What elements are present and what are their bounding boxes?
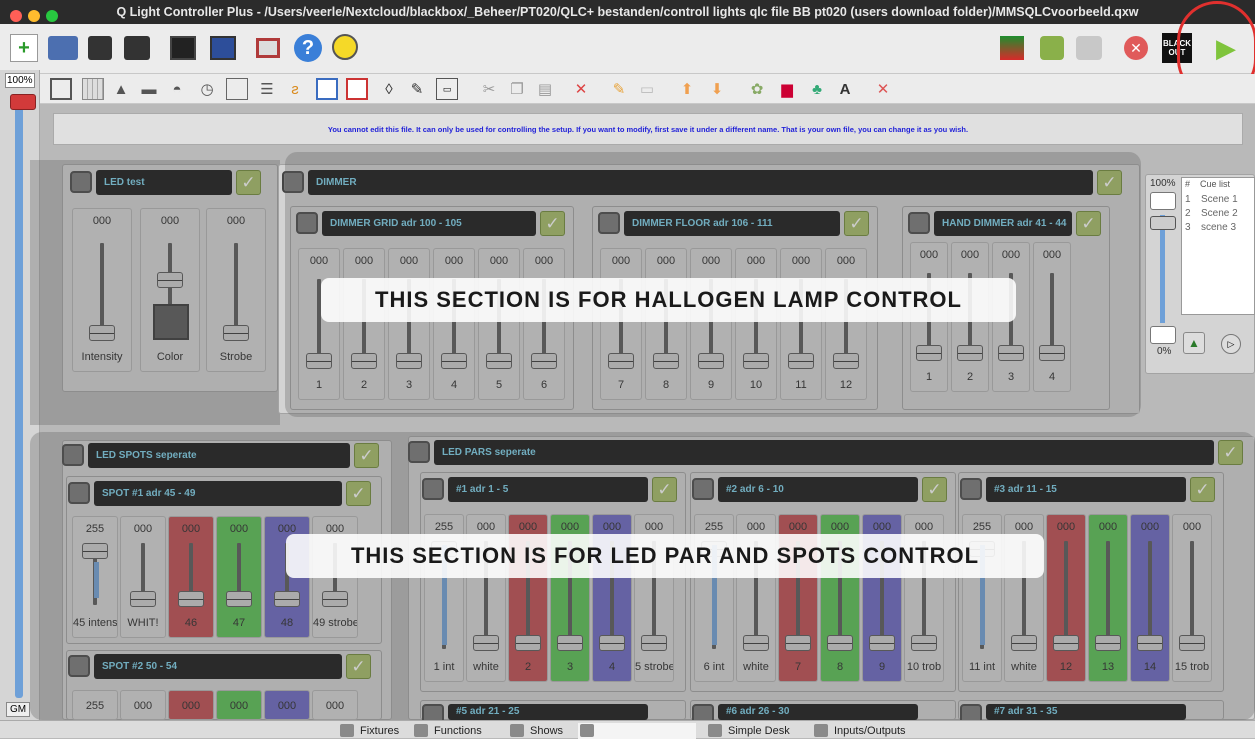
new-icon[interactable]: + (10, 34, 38, 62)
led-test-shade (30, 160, 280, 425)
cue-row-1-number: 2 (1185, 208, 1191, 219)
copy-icon[interactable]: ❐ (506, 78, 528, 100)
cue-list-table: # Cue list 1 Scene 1 2 Scene 2 3 scene 3 (1181, 177, 1255, 315)
edit-icon[interactable]: ✎ (608, 78, 630, 100)
minimize-window-button[interactable] (28, 10, 40, 22)
colors-icon[interactable]: ♣ (806, 78, 828, 100)
speed-dial-icon[interactable]: ◷ (196, 78, 218, 100)
gm-handle[interactable] (10, 94, 36, 110)
tab-fixtures[interactable]: Fixtures (338, 723, 399, 739)
paste-icon[interactable]: ▤ (534, 78, 556, 100)
main-toolbar: + ? ✕ BLACK OUT ▶ (0, 24, 1255, 74)
cue-fade-track (1160, 215, 1165, 323)
vc-toolbar: ▲ ▬ ◓ ◷ ☰ ƨ ◊ ✎ ▭ ✂ ❐ ▤ ✕ ✎ ▭ ⬆ ⬇ ✿ ▆ ♣ … (40, 74, 1255, 104)
background-image-icon[interactable]: ▆ (776, 78, 798, 100)
xy-pad-icon[interactable]: ƨ (284, 78, 306, 100)
button-widget-icon[interactable] (50, 78, 72, 100)
save-icon[interactable] (88, 36, 112, 60)
gm-label: GM (6, 702, 31, 717)
zoom-window-button[interactable] (46, 10, 58, 22)
button-matrix-icon[interactable] (82, 78, 104, 100)
cue-next-button[interactable]: ▷ (1221, 334, 1241, 354)
window-titlebar: Q Light Controller Plus - /Users/veerle/… (0, 0, 1255, 24)
cue-row-2-number: 3 (1185, 222, 1191, 233)
raise-icon[interactable]: ⬆ (676, 78, 698, 100)
window-title: Q Light Controller Plus - /Users/veerle/… (116, 5, 1139, 19)
clock-icon[interactable]: ✎ (406, 78, 428, 100)
gm-value: 100% (5, 73, 35, 88)
open-icon[interactable] (48, 36, 78, 60)
knob-icon[interactable]: ◓ (166, 78, 188, 100)
lower-icon[interactable]: ⬇ (706, 78, 728, 100)
cue-fade-bottom-handle[interactable] (1150, 326, 1176, 344)
about-icon[interactable] (332, 34, 358, 60)
cut-icon[interactable]: ✂ (478, 78, 500, 100)
properties-icon[interactable]: ✕ (872, 78, 894, 100)
label-icon[interactable] (346, 78, 368, 100)
slider-matrix-icon[interactable]: ▬ (138, 78, 160, 100)
rename-icon[interactable]: ▭ (636, 78, 658, 100)
notice-label: You cannot edit this file. It can only b… (53, 113, 1243, 145)
audio-triggers-icon[interactable]: ◊ (378, 78, 400, 100)
frame-icon[interactable] (226, 78, 248, 100)
overlay-led: THIS SECTION IS FOR LED PAR AND SPOTS CO… (286, 534, 1044, 578)
cue-row-2-name[interactable]: scene 3 (1201, 222, 1236, 233)
cue-row-1-name[interactable]: Scene 2 (1201, 208, 1238, 219)
cue-pct-top: 100% (1150, 178, 1176, 189)
fullscreen-icon[interactable] (256, 38, 280, 58)
tab-simple-desk[interactable]: Simple Desk (706, 723, 790, 739)
cue-list-icon[interactable]: ☰ (256, 78, 278, 100)
stop-all-icon[interactable]: ✕ (1124, 36, 1148, 60)
animation-icon[interactable]: ▭ (436, 78, 458, 100)
font-icon[interactable]: A (834, 78, 856, 100)
slider-widget-icon[interactable]: ▲ (110, 78, 132, 100)
cue-list-hash: # (1185, 179, 1191, 189)
overlay-hallogen: THIS SECTION IS FOR HALLOGEN LAMP CONTRO… (321, 278, 1016, 322)
panel-icon[interactable] (1040, 36, 1064, 60)
tape-icon[interactable] (1076, 36, 1102, 60)
bottom-tabs: Fixtures Functions Shows Virtual Console… (0, 720, 1255, 739)
delete-icon[interactable]: ✕ (570, 78, 592, 100)
cue-pct-bottom: 0% (1157, 346, 1172, 357)
cue-play-button[interactable]: ▲ (1183, 332, 1205, 354)
close-window-button[interactable] (10, 10, 22, 22)
cue-row-0-name[interactable]: Scene 1 (1201, 194, 1238, 205)
cue-row-0-number: 1 (1185, 194, 1191, 205)
solo-frame-icon[interactable] (316, 78, 338, 100)
gm-track (15, 98, 23, 698)
cue-fade-handle[interactable] (1150, 216, 1176, 230)
cue-fade-top-handle[interactable] (1150, 192, 1176, 210)
monitor-icon[interactable] (170, 36, 196, 60)
help-icon[interactable]: ? (294, 34, 322, 62)
widget-function-icon[interactable]: ✿ (746, 78, 768, 100)
tab-functions[interactable]: Functions (412, 723, 482, 739)
tab-virtual-console[interactable]: Virtual Console (578, 723, 696, 739)
address-tool-icon[interactable] (210, 36, 236, 60)
live-edit-icon[interactable] (1000, 36, 1024, 60)
save-as-icon[interactable] (124, 36, 150, 60)
tab-inputs-outputs[interactable]: Inputs/Outputs (812, 723, 906, 739)
cue-list-header: Cue list (1200, 179, 1231, 189)
tab-shows[interactable]: Shows (508, 723, 563, 739)
